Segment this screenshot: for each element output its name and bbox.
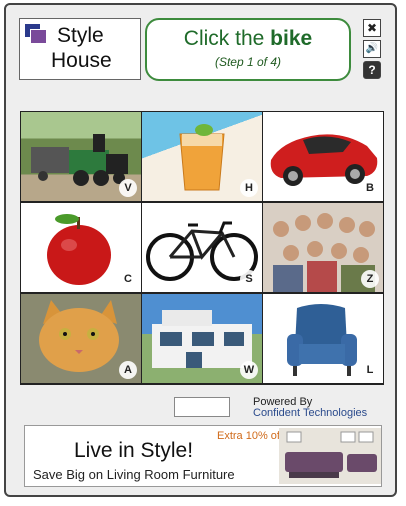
instruction-target: bike: [270, 27, 313, 50]
instruction-text: Click the bike: [147, 27, 349, 51]
help-button[interactable]: ?: [363, 61, 381, 79]
ad-subline: Save Big on Living Room Furniture: [33, 467, 235, 482]
tile-bike[interactable]: S: [142, 203, 262, 292]
tile-armchair[interactable]: L: [263, 294, 383, 383]
ad-banner[interactable]: Live in Style! Save Big on Living Room F…: [24, 425, 382, 487]
image-grid: V H B C S Z A W L: [20, 111, 384, 385]
logo-line-2: House: [51, 49, 112, 72]
tile-house[interactable]: W: [142, 294, 262, 383]
ad-headline: Live in Style!: [74, 439, 194, 462]
close-icon: ✖: [366, 21, 378, 35]
tile-letter: W: [240, 361, 258, 379]
tile-car[interactable]: B: [263, 112, 383, 201]
tile-apple[interactable]: C: [21, 203, 141, 292]
ad-offer: Extra 10% off: [217, 430, 283, 442]
help-icon: ?: [368, 63, 376, 77]
audio-icon: 🔊: [365, 43, 379, 54]
tile-letter: L: [361, 361, 379, 379]
logo-line-1: Style: [57, 24, 104, 47]
tile-iced-tea[interactable]: H: [142, 112, 262, 201]
tile-letter: C: [119, 270, 137, 288]
sofa-image: [279, 428, 381, 484]
tile-letter: S: [240, 270, 258, 288]
tile-letter: V: [119, 179, 137, 197]
logo-mark-overlay: [30, 29, 47, 44]
style-house-logo: Style House: [19, 18, 141, 80]
step-indicator: (Step 1 of 4): [214, 55, 282, 69]
close-button[interactable]: ✖: [363, 19, 381, 37]
audio-button[interactable]: 🔊: [363, 40, 381, 58]
tile-cat[interactable]: A: [21, 294, 141, 383]
tile-letter: Z: [361, 270, 379, 288]
tile-letter: A: [119, 361, 137, 379]
tile-crowd[interactable]: Z: [263, 203, 383, 292]
provider-link[interactable]: Confident Technologies: [253, 407, 367, 419]
tile-letter: H: [240, 179, 258, 197]
tile-train[interactable]: V: [21, 112, 141, 201]
tile-letter: B: [361, 179, 379, 197]
instruction-box: Click the bike (Step 1 of 4): [145, 18, 351, 81]
answer-input[interactable]: [174, 397, 230, 417]
instruction-prefix: Click the: [183, 27, 271, 50]
